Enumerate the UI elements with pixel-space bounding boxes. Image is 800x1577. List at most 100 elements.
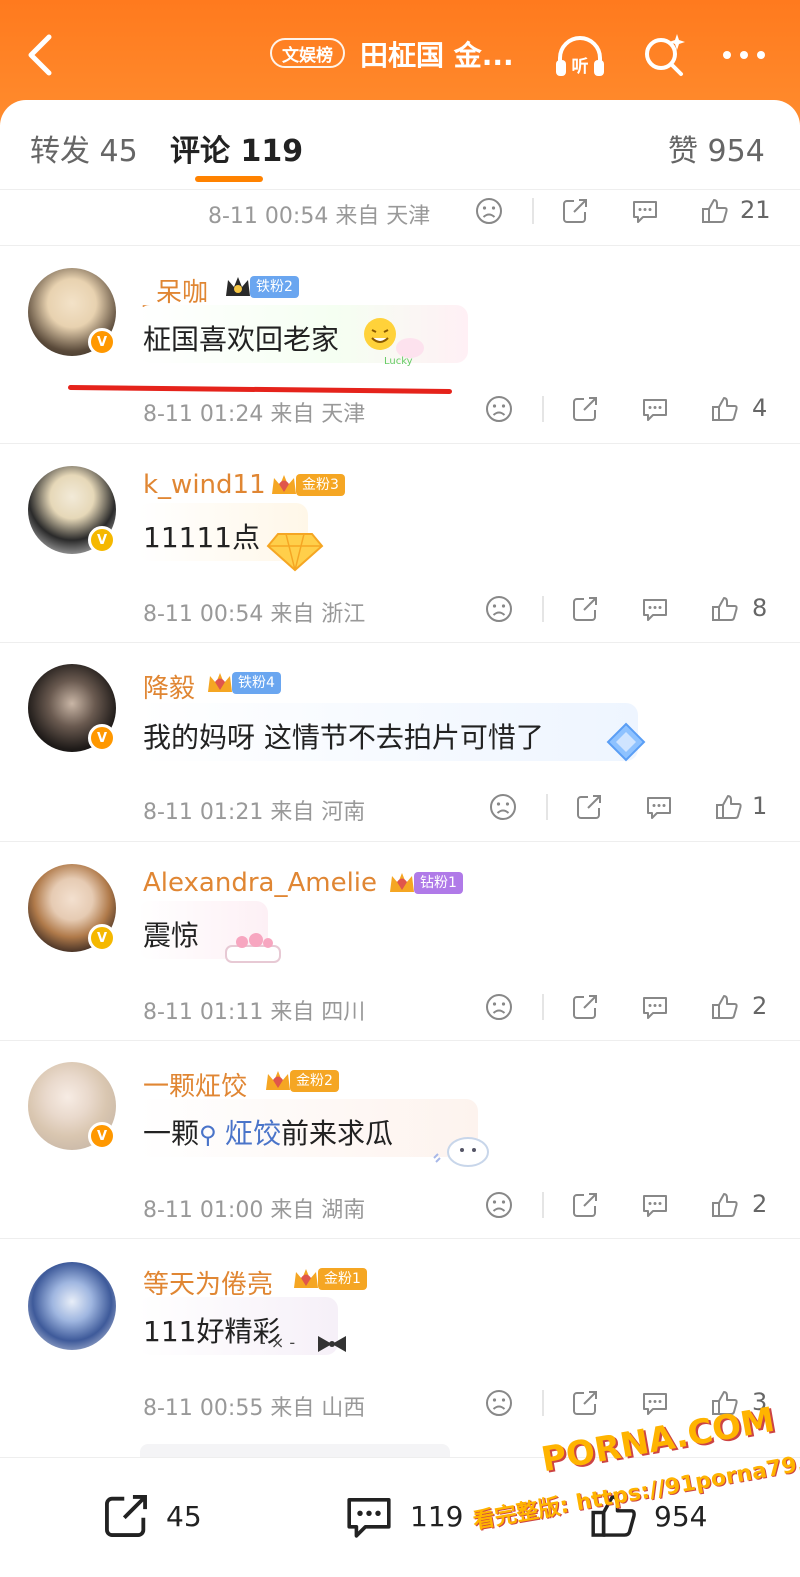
dislike-button[interactable]: [486, 790, 520, 824]
reply-button[interactable]: [638, 1386, 672, 1420]
comment-meta: 8-11 01:11 来自 四川: [143, 1000, 366, 1025]
comment-actions: 8-11 00:54 来自 浙江 8: [0, 590, 800, 630]
svg-text:Lucky: Lucky: [384, 356, 413, 366]
comment-bubble-icon: [647, 797, 671, 819]
dislike-button[interactable]: [482, 1386, 516, 1420]
thumbs-up-icon: [702, 199, 728, 223]
fan-badge: 金粉3: [268, 472, 345, 498]
dislike-button[interactable]: [482, 1188, 516, 1222]
reply-button[interactable]: [638, 990, 672, 1024]
share-button[interactable]: [568, 592, 602, 626]
comment-actions: 8-11 01:00 来自 湖南 2: [0, 1186, 800, 1226]
comment-actions: 8-11 01:24 来自 天津 4: [0, 390, 800, 430]
share-icon: [563, 199, 587, 223]
divider: [0, 841, 800, 842]
comment-text: 柾国喜欢回老家: [143, 323, 340, 356]
share-button[interactable]: [568, 1188, 602, 1222]
fan-badge: 铁粉4: [204, 670, 281, 696]
dislike-button[interactable]: [482, 592, 516, 626]
like-button[interactable]: [708, 592, 742, 626]
emoji-icon: Lucky: [358, 310, 428, 367]
username[interactable]: 等天为倦亮: [143, 1264, 273, 1301]
sad-face-icon: [476, 198, 502, 224]
search-sparkle-icon: [645, 34, 685, 76]
gem-icon: [598, 718, 668, 774]
username[interactable]: 一颗炡饺: [143, 1066, 247, 1103]
tab-active-indicator: [195, 176, 263, 182]
reply-button[interactable]: [638, 392, 672, 426]
username[interactable]: 降毅: [143, 668, 195, 705]
share-button[interactable]: [568, 1386, 602, 1420]
username[interactable]: Alexandra_Amelie: [143, 868, 377, 898]
thumbs-up-icon: [712, 397, 738, 421]
share-icon: [573, 597, 597, 621]
like-button[interactable]: [712, 790, 746, 824]
comment-bubble-icon: [643, 399, 667, 421]
tab-repost[interactable]: 转发 45: [30, 126, 138, 170]
repost-button[interactable]: 45: [100, 1488, 202, 1544]
avatar[interactable]: [28, 1262, 116, 1350]
comment-text: 一颗⚲ 炡饺前来求瓜: [143, 1112, 393, 1152]
share-button[interactable]: [558, 194, 592, 228]
verified-badge-icon: V: [88, 724, 116, 752]
verified-badge-icon: V: [88, 526, 116, 554]
comment-actions: 8-11 01:21 来自 河南 1: [0, 788, 800, 828]
more-button[interactable]: [716, 30, 772, 80]
share-icon: [573, 1391, 597, 1415]
comment-meta: 8-11 01:00 来自 湖南: [143, 1198, 366, 1223]
like-count: 8: [752, 594, 768, 622]
divider: [0, 642, 800, 643]
tab-like[interactable]: 赞 954: [668, 126, 765, 170]
chevron-left-icon: [28, 34, 52, 76]
verified-badge-icon: V: [88, 328, 116, 356]
comment-bubble-icon: [633, 201, 657, 223]
listen-button[interactable]: 听: [552, 30, 608, 80]
divider: [542, 994, 544, 1020]
comment-bubble-icon: [643, 997, 667, 1019]
comment-meta: 8-11 01:21 来自 河南: [143, 800, 366, 825]
share-icon: [573, 995, 597, 1019]
divider: [532, 198, 534, 224]
bunny-icon: [430, 1118, 500, 1174]
divider: [0, 1040, 800, 1041]
username[interactable]: _呆咖: [143, 272, 208, 309]
tab-comment[interactable]: 评论 119: [170, 126, 303, 170]
search-button[interactable]: [636, 30, 692, 80]
trending-list-tag[interactable]: 文娱榜: [270, 38, 345, 68]
reply-button[interactable]: [638, 592, 672, 626]
dislike-button[interactable]: [482, 990, 516, 1024]
dislike-button[interactable]: [472, 194, 506, 228]
username[interactable]: k_wind11: [143, 470, 266, 500]
like-count: 21: [740, 196, 771, 224]
like-button[interactable]: [698, 194, 732, 228]
topic-search-icon: ⚲: [199, 1121, 217, 1149]
comment-actions: 8-11 01:11 来自 四川 2: [0, 988, 800, 1028]
share-button[interactable]: [568, 392, 602, 426]
comment-bubble-icon: [643, 599, 667, 621]
topic-link[interactable]: 炡饺: [225, 1117, 281, 1150]
like-button[interactable]: [708, 392, 742, 426]
sad-face-icon: [486, 396, 512, 422]
sad-face-icon: [486, 1192, 512, 1218]
reply-button[interactable]: [628, 194, 662, 228]
comment-bubble-icon: [643, 1195, 667, 1217]
like-count: 4: [752, 394, 768, 422]
page-title: 田柾国 金...: [360, 39, 514, 72]
comment-button[interactable]: 119: [342, 1488, 463, 1544]
sad-face-icon: [490, 794, 516, 820]
like-button[interactable]: [708, 990, 742, 1024]
back-button[interactable]: [20, 30, 60, 80]
reply-button[interactable]: [638, 1188, 672, 1222]
divider: [542, 1390, 544, 1416]
comment-bubble-icon: [347, 1498, 391, 1538]
comment-meta: 8-11 00:54 来自 天津: [208, 204, 431, 229]
dislike-button[interactable]: [482, 392, 516, 426]
bow-icon: - × -: [256, 1322, 346, 1378]
share-button[interactable]: [572, 790, 606, 824]
comment-meta: 8-11 00:55 来自 山西: [143, 1396, 366, 1421]
reply-button[interactable]: [642, 790, 676, 824]
like-button[interactable]: [708, 1188, 742, 1222]
svg-text:听: 听: [572, 56, 589, 77]
share-button[interactable]: [568, 990, 602, 1024]
comment-text: 我的妈呀 这情节不去拍片可惜了: [143, 721, 544, 754]
